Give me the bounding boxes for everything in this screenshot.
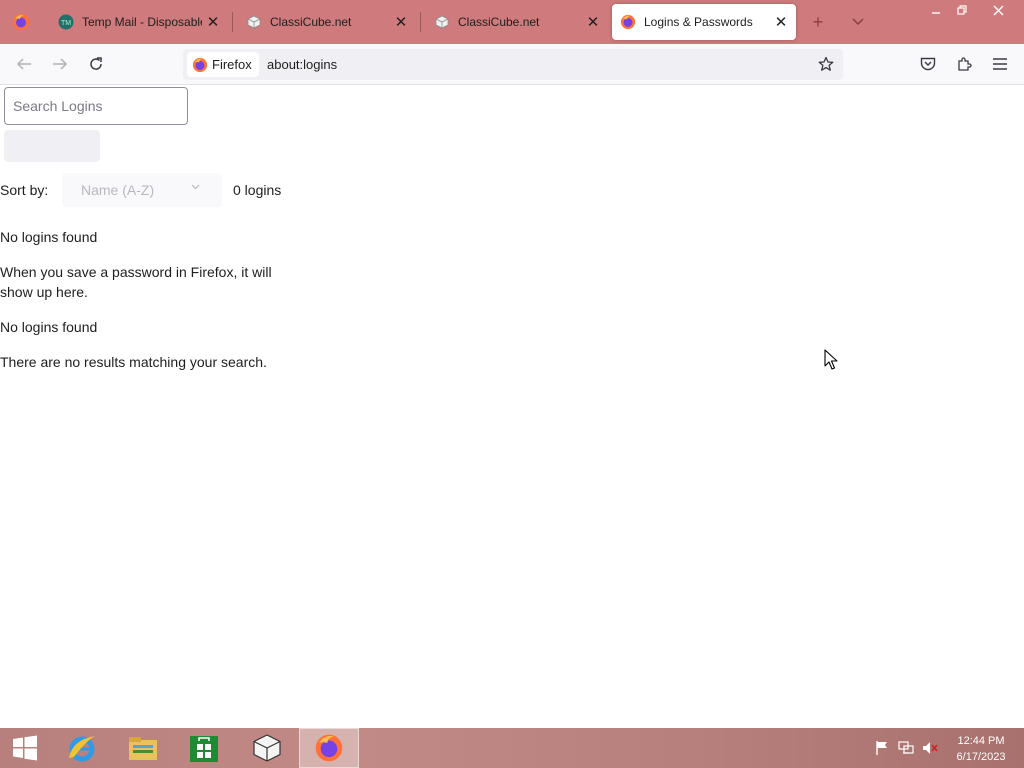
taskbar-internet-explorer[interactable] (52, 728, 112, 768)
tab-title: ClassiCube.net (270, 15, 352, 29)
tab-logins-passwords[interactable]: Logins & Passwords ✕ (612, 4, 796, 40)
network-icon[interactable] (897, 740, 915, 756)
reload-icon[interactable] (82, 50, 110, 78)
file-explorer-icon (129, 737, 157, 760)
tab-title: Temp Mail - Disposable (82, 15, 202, 29)
url-bar[interactable]: Firefox about:logins (183, 49, 843, 80)
forward-arrow-icon[interactable] (46, 50, 74, 78)
speaker-muted-icon[interactable] (921, 740, 939, 756)
clock-date: 6/17/2023 (956, 751, 1006, 763)
identity-label: Firefox (212, 57, 252, 72)
chevron-down-icon (191, 182, 200, 193)
login-count: 0 logins (233, 182, 282, 198)
search-logins-input[interactable] (4, 87, 188, 125)
taskbar: 12:44 PM 6/17/2023 (0, 728, 1024, 768)
firefox-icon (192, 57, 208, 73)
hamburger-menu-icon[interactable] (986, 50, 1014, 78)
start-button[interactable] (0, 728, 50, 768)
pocket-icon[interactable] (914, 50, 942, 78)
tab-classicube-2[interactable]: ClassiCube.net ✕ (420, 4, 608, 40)
firefox-view-button[interactable] (0, 0, 42, 44)
tab-classicube-1[interactable]: ClassiCube.net ✕ (232, 4, 416, 40)
svg-text:TM: TM (61, 20, 71, 27)
tab-strip: TM Temp Mail - Disposable ✕ ClassiCube.n… (0, 0, 1024, 44)
back-arrow-icon[interactable] (10, 50, 38, 78)
no-match-description: There are no results matching your searc… (0, 354, 267, 370)
close-tab-icon[interactable]: ✕ (582, 11, 604, 33)
sort-select[interactable]: Name (A-Z) (62, 173, 222, 207)
new-tab-plus-icon[interactable]: + (804, 8, 832, 36)
taskbar-store[interactable] (174, 728, 234, 768)
clock-time: 12:44 PM (957, 735, 1005, 747)
url-text[interactable]: about:logins (267, 57, 337, 72)
bookmark-star-icon[interactable] (815, 53, 837, 75)
logins-page: Sort by: Name (A-Z) 0 logins No logins f… (0, 85, 1024, 728)
taskbar-file-explorer[interactable] (113, 728, 173, 768)
firefox-icon (315, 734, 343, 762)
close-window-icon[interactable] (980, 0, 1016, 20)
tab-title: ClassiCube.net (458, 15, 540, 29)
firefox-icon (13, 14, 29, 30)
taskbar-firefox[interactable] (299, 728, 359, 768)
close-tab-icon[interactable]: ✕ (202, 11, 224, 33)
extensions-puzzle-icon[interactable] (950, 50, 978, 78)
classicube-icon (434, 14, 450, 30)
close-tab-icon[interactable]: ✕ (770, 11, 792, 33)
taskbar-classicube[interactable] (237, 728, 297, 768)
navigation-toolbar: Firefox about:logins (0, 44, 1024, 85)
sort-select-value: Name (A-Z) (81, 182, 155, 198)
sort-by-label: Sort by: (0, 182, 49, 198)
firefox-icon (620, 14, 636, 30)
store-icon (190, 736, 218, 762)
classicube-icon (253, 734, 281, 762)
action-center-flag-icon[interactable] (873, 740, 891, 756)
internet-explorer-icon (69, 736, 95, 762)
restore-window-icon[interactable] (944, 0, 980, 20)
mouse-cursor-icon (824, 349, 838, 370)
tab-temp-mail[interactable]: TM Temp Mail - Disposable ✕ (44, 4, 228, 40)
start-icon (13, 735, 37, 761)
empty-description: When you save a password in Firefox, it … (0, 264, 272, 300)
close-tab-icon[interactable]: ✕ (390, 11, 412, 33)
tempmail-icon: TM (58, 14, 74, 30)
list-all-tabs-chevron-icon[interactable] (844, 8, 872, 36)
no-match-title: No logins found (0, 319, 98, 335)
tab-title: Logins & Passwords (644, 15, 753, 29)
system-clock[interactable]: 12:44 PM 6/17/2023 (946, 733, 1016, 765)
identity-box[interactable]: Firefox (187, 52, 259, 77)
create-login-button[interactable] (4, 130, 100, 162)
classicube-icon (246, 14, 262, 30)
empty-title: No logins found (0, 229, 98, 245)
